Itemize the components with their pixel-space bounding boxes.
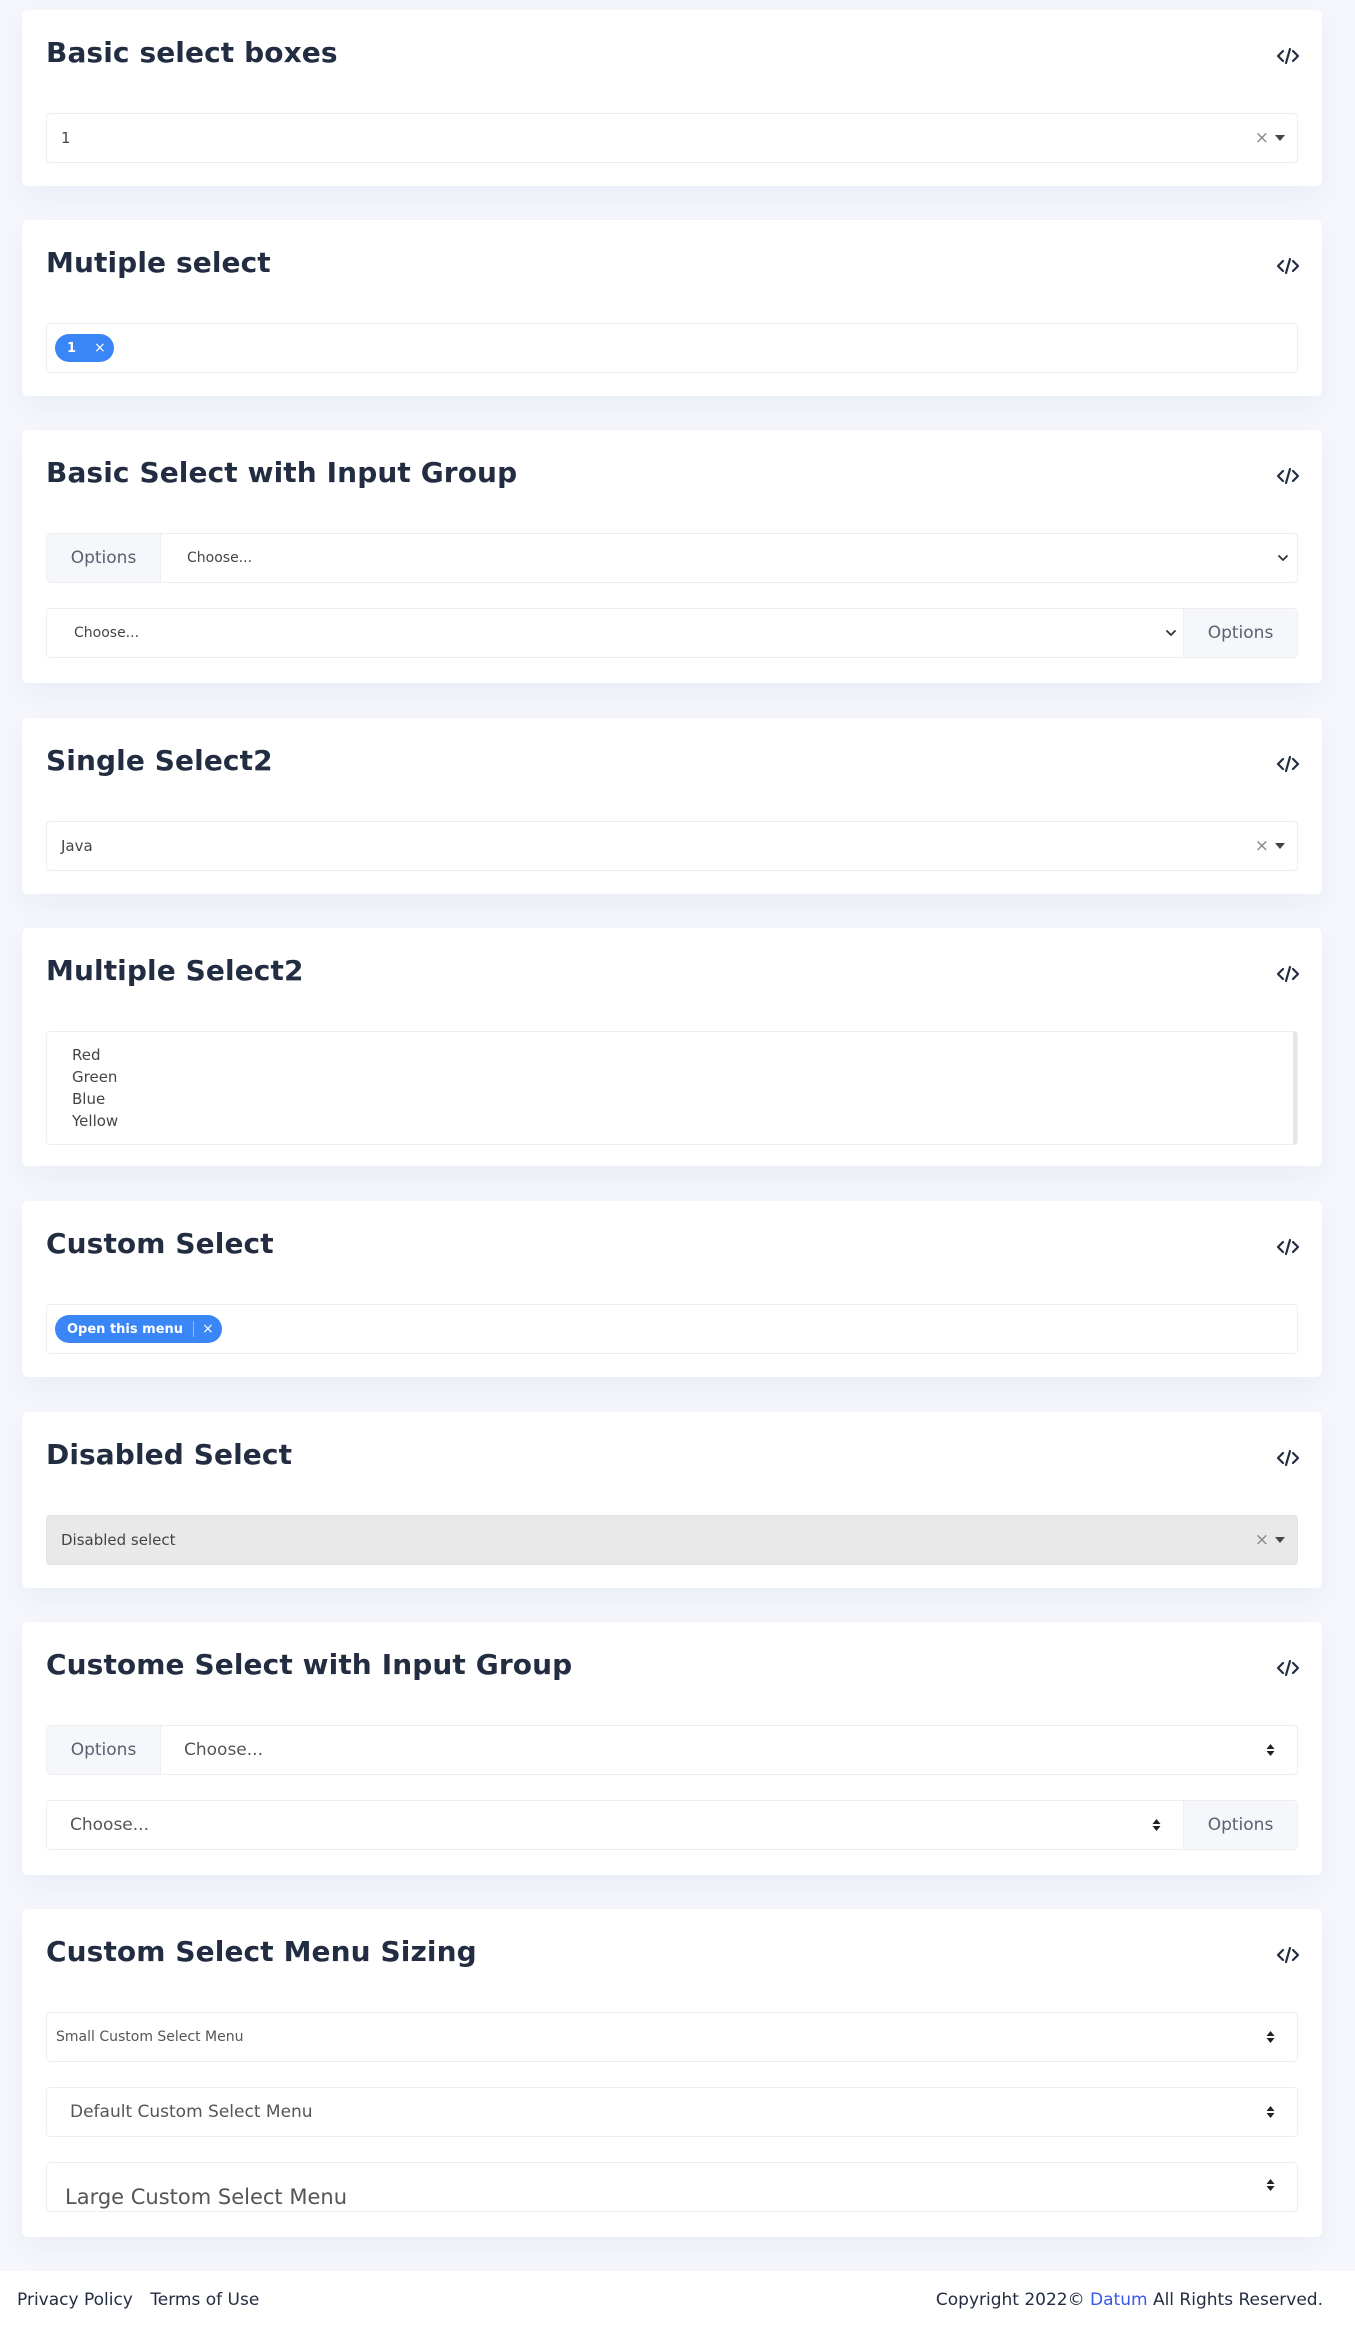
custom-input-group-select-2[interactable]: Choose... Options	[46, 1800, 1298, 1850]
code-icon[interactable]	[1276, 256, 1300, 276]
single-select2[interactable]: Java ×	[46, 821, 1298, 871]
footer-links: Privacy Policy Terms of Use	[17, 2271, 271, 2329]
tag-label: 1	[67, 340, 77, 356]
select-value: Choose...	[74, 625, 140, 641]
sort-arrows-icon[interactable]	[1266, 2105, 1275, 2119]
code-icon[interactable]	[1276, 46, 1300, 66]
tag-remove-icon[interactable]: ×	[193, 1321, 214, 1337]
multi-select-listbox[interactable]: Red Green Blue Yellow	[46, 1031, 1298, 1145]
selected-value: 1	[61, 129, 71, 147]
sort-arrows-icon[interactable]	[1266, 2030, 1275, 2044]
input-group-addon: Options	[1183, 1801, 1297, 1849]
card-title: Disabled Select	[46, 1438, 293, 1471]
multiple-select[interactable]: 1 ×	[46, 323, 1298, 373]
card-title: Basic Select with Input Group	[46, 456, 518, 489]
brand-link[interactable]: Datum	[1090, 2290, 1148, 2310]
card-basic-select: Basic select boxes 1 ×	[22, 10, 1322, 186]
custom-input-group-select-1[interactable]: Options Choose...	[46, 1725, 1298, 1775]
code-icon[interactable]	[1276, 1237, 1300, 1257]
clear-icon[interactable]: ×	[1255, 114, 1269, 162]
select-value: Default Custom Select Menu	[70, 2102, 313, 2122]
card-multiple-select: Mutiple select 1 ×	[22, 220, 1322, 396]
sort-arrows-icon[interactable]	[1152, 1818, 1161, 1832]
footer: Privacy Policy Terms of Use Copyright 20…	[0, 2271, 1355, 2329]
copyright: Copyright 2022© Datum All Rights Reserve…	[936, 2271, 1323, 2329]
input-group-select-2[interactable]: Choose... Options	[46, 608, 1298, 658]
list-option[interactable]: Blue	[72, 1088, 1272, 1110]
card-disabled-select: Disabled Select Disabled select ×	[22, 1412, 1322, 1588]
selected-value: Disabled select	[61, 1531, 176, 1549]
card-title: Mutiple select	[46, 246, 271, 279]
caret-down-icon	[1275, 1537, 1285, 1543]
code-icon[interactable]	[1276, 466, 1300, 486]
disabled-select: Disabled select ×	[46, 1515, 1298, 1565]
input-group-addon: Options	[47, 534, 161, 582]
custom-select[interactable]: Open this menu ×	[46, 1304, 1298, 1354]
terms-of-use-link[interactable]: Terms of Use	[150, 2290, 259, 2310]
card-title: Custome Select with Input Group	[46, 1648, 573, 1681]
list-option[interactable]: Red	[72, 1044, 1272, 1066]
chevron-down-icon[interactable]	[1275, 550, 1291, 566]
card-title: Multiple Select2	[46, 954, 304, 987]
input-group-addon: Options	[47, 1726, 161, 1774]
card-custom-select: Custom Select Open this menu ×	[22, 1201, 1322, 1377]
selected-tag: Open this menu ×	[55, 1315, 222, 1343]
card-single-select2: Single Select2 Java ×	[22, 718, 1322, 894]
card-title: Basic select boxes	[46, 36, 338, 69]
code-icon[interactable]	[1276, 1945, 1300, 1965]
tag-label: Open this menu	[67, 1321, 184, 1337]
sort-arrows-icon[interactable]	[1266, 2178, 1275, 2192]
copyright-prefix: Copyright 2022©	[935, 2290, 1085, 2310]
card-menu-sizing: Custom Select Menu Sizing Small Custom S…	[22, 1909, 1322, 2237]
select-value: Large Custom Select Menu	[65, 2185, 348, 2209]
input-group-select-1[interactable]: Options Choose...	[46, 533, 1298, 583]
card-title: Custom Select	[46, 1227, 274, 1260]
privacy-policy-link[interactable]: Privacy Policy	[17, 2290, 133, 2310]
small-custom-select[interactable]: Small Custom Select Menu	[46, 2012, 1298, 2062]
code-icon[interactable]	[1276, 1658, 1300, 1678]
code-icon[interactable]	[1276, 754, 1300, 774]
caret-down-icon[interactable]	[1275, 135, 1285, 141]
list-option[interactable]: Green	[72, 1066, 1272, 1088]
caret-down-icon[interactable]	[1275, 843, 1285, 849]
input-group-addon: Options	[1183, 609, 1297, 657]
card-multiple-select2: Multiple Select2 Red Green Blue Yellow	[22, 928, 1322, 1166]
card-basic-input-group: Basic Select with Input Group Options Ch…	[22, 430, 1322, 683]
code-icon[interactable]	[1276, 1448, 1300, 1468]
basic-select[interactable]: 1 ×	[46, 113, 1298, 163]
scrollbar[interactable]	[1293, 1032, 1297, 1144]
copyright-suffix: All Rights Reserved.	[1152, 2290, 1323, 2310]
selected-tag: 1 ×	[55, 334, 114, 362]
list-option[interactable]: Yellow	[72, 1110, 1272, 1132]
clear-icon[interactable]: ×	[1255, 822, 1269, 870]
select-value: Small Custom Select Menu	[56, 2029, 244, 2045]
sort-arrows-icon[interactable]	[1266, 1743, 1275, 1757]
clear-icon: ×	[1254, 1530, 1269, 1550]
code-icon[interactable]	[1276, 964, 1300, 984]
default-custom-select[interactable]: Default Custom Select Menu	[46, 2087, 1298, 2137]
large-custom-select[interactable]: Large Custom Select Menu	[46, 2162, 1298, 2212]
select-value: Choose...	[184, 1740, 263, 1760]
card-title: Custom Select Menu Sizing	[46, 1935, 477, 1968]
card-custom-input-group: Custome Select with Input Group Options …	[22, 1622, 1322, 1875]
card-title: Single Select2	[46, 744, 273, 777]
select-value: Choose...	[70, 1815, 149, 1835]
tag-remove-icon[interactable]: ×	[86, 340, 106, 356]
selected-value: Java	[61, 837, 93, 855]
chevron-down-icon[interactable]	[1163, 625, 1179, 641]
select-value: Choose...	[187, 550, 253, 566]
